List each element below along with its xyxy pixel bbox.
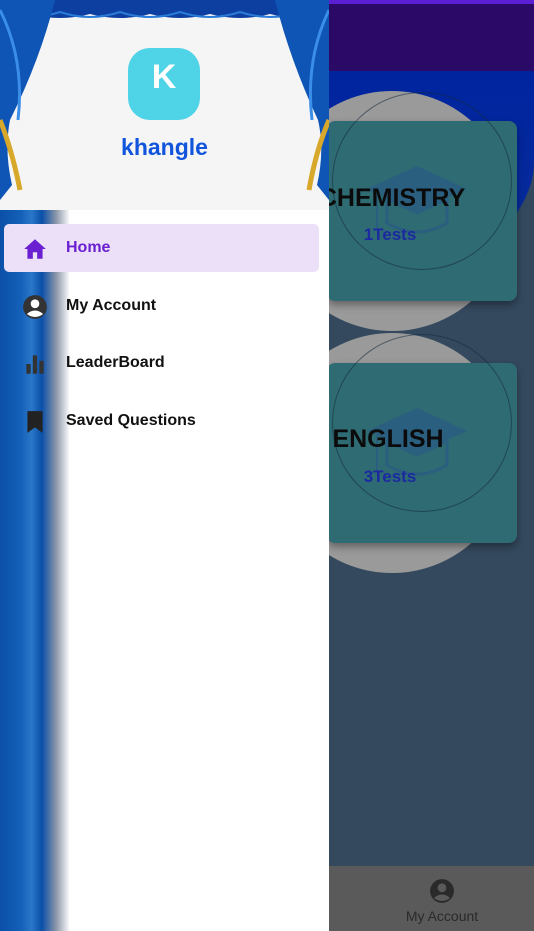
account-circle-icon [23,294,47,319]
drawer-item-label: LeaderBoard [66,354,165,371]
bookmark-icon [27,410,43,433]
home-icon [24,239,46,259]
bottom-nav-label: My Account [405,908,479,924]
drawer-item-saved-questions[interactable]: Saved Questions [0,397,329,445]
drawer-item-leaderboard[interactable]: LeaderBoard [0,339,329,387]
avatar-letter: K [151,58,177,96]
account-circle-icon [430,879,454,903]
active-item-highlight [4,224,319,272]
username: khangle [121,134,208,160]
drawer-item-label: Home [66,239,111,256]
navigation-drawer: K khangle Home My Account LeaderBoard Sa… [0,0,329,931]
drawer-header: K khangle [0,0,329,210]
avatar[interactable]: K [128,48,200,120]
bottom-nav-my-account[interactable]: My Account [381,866,501,931]
drawer-item-label: Saved Questions [66,411,196,429]
drawer-menu: Home My Account LeaderBoard Saved Questi… [0,224,329,454]
drawer-item-label: My Account [66,296,157,314]
drawer-item-home[interactable]: Home [0,224,329,272]
drawer-item-my-account[interactable]: My Account [0,282,329,330]
leaderboard-icon [26,355,44,374]
